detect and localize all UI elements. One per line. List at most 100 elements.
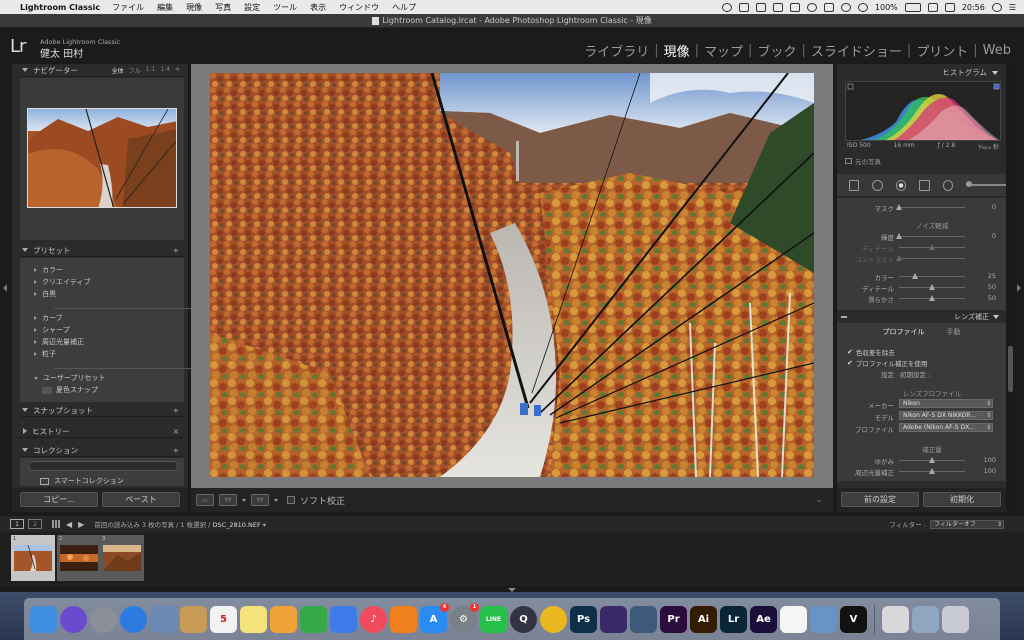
- navigator-thumbnail[interactable]: [27, 108, 177, 208]
- menu-edit[interactable]: 編集: [157, 2, 173, 13]
- tab-manual[interactable]: 手動: [947, 327, 961, 337]
- before-after-menu-icon[interactable]: [242, 498, 246, 502]
- paste-settings-button[interactable]: ペースト: [102, 492, 180, 507]
- zoom-1-1[interactable]: 1:1: [146, 66, 156, 75]
- navigator-header[interactable]: ナビゲーター 全体 フル 1:1 1:4 ≑: [20, 64, 184, 77]
- crop-tool-icon[interactable]: [849, 179, 860, 191]
- photoshop-icon[interactable]: Ps: [570, 605, 597, 633]
- bluetooth-icon[interactable]: [823, 2, 834, 12]
- notification-center-icon[interactable]: ☰: [1009, 3, 1016, 12]
- remove-ca-checkbox[interactable]: ✔ 色収差を除去: [847, 347, 895, 357]
- lightroom-icon[interactable]: Lr: [720, 605, 747, 633]
- menu-develop[interactable]: 現像: [186, 2, 202, 13]
- collections-header[interactable]: コレクション +: [20, 444, 184, 457]
- left-panel-edge[interactable]: [0, 64, 10, 512]
- color-slider-row[interactable]: カラー 25: [837, 271, 1006, 282]
- luminance-track[interactable]: [896, 233, 965, 239]
- add-preset-icon[interactable]: +: [173, 246, 184, 255]
- distortion-thumb[interactable]: [929, 457, 935, 463]
- profile-select[interactable]: Adobe (Nikon AF-S DX...: [899, 423, 993, 432]
- menu-photo[interactable]: 写真: [215, 2, 231, 13]
- spot-removal-tool-icon[interactable]: [872, 179, 883, 191]
- filmstrip-thumb[interactable]: 3: [100, 535, 144, 581]
- time-machine-icon[interactable]: [806, 2, 817, 12]
- wifi-icon[interactable]: [840, 2, 851, 12]
- books-icon[interactable]: [390, 605, 417, 633]
- creative-cloud-icon[interactable]: [738, 2, 749, 12]
- zoom-1-4[interactable]: 1:4: [160, 66, 170, 75]
- after-effects-icon[interactable]: Ae: [750, 605, 777, 633]
- flag-icon[interactable]: [927, 2, 938, 12]
- before-after-swap-button[interactable]: YY: [251, 494, 269, 506]
- battery-percent[interactable]: 100%: [875, 3, 898, 12]
- module-map[interactable]: マップ: [699, 41, 748, 60]
- numbers-icon[interactable]: [300, 605, 327, 633]
- module-web[interactable]: Web: [978, 43, 1016, 58]
- forward-arrow-icon[interactable]: ▶: [78, 520, 84, 529]
- tab-profile[interactable]: プロファイル: [883, 327, 925, 337]
- main-screen-button[interactable]: 1: [10, 519, 24, 529]
- back-arrow-icon[interactable]: ◀: [66, 520, 72, 529]
- right-panel-edge[interactable]: [1014, 64, 1024, 512]
- red-eye-tool-icon[interactable]: [895, 179, 907, 191]
- illustrator-icon[interactable]: Ai: [690, 605, 717, 633]
- color-thumb[interactable]: [912, 273, 918, 279]
- add-collection-icon[interactable]: +: [173, 446, 184, 455]
- preset-folder-vignette[interactable]: 周辺光量補正: [34, 336, 84, 348]
- histogram-header[interactable]: ヒストグラム: [837, 66, 1006, 79]
- quicktime-icon[interactable]: Q: [510, 605, 537, 633]
- premiere-clip-icon[interactable]: [600, 605, 627, 633]
- color-detail-thumb[interactable]: [929, 284, 935, 290]
- toolbar-menu-icon[interactable]: ⌄: [815, 495, 823, 505]
- filmstrip-thumb[interactable]: 2: [57, 535, 101, 581]
- history-header[interactable]: ヒストリー ×: [20, 425, 184, 438]
- preview-icon[interactable]: [810, 605, 837, 633]
- menu-tools[interactable]: ツール: [273, 2, 297, 13]
- distortion-slider-row[interactable]: ゆがみ 100: [837, 455, 1006, 466]
- luminance-value[interactable]: 0: [992, 232, 996, 240]
- nikon-viewnx-icon[interactable]: V: [840, 605, 867, 633]
- left-panel-toggle-icon[interactable]: [3, 284, 7, 292]
- menu-file[interactable]: ファイル: [112, 2, 144, 13]
- keynote-icon[interactable]: [330, 605, 357, 633]
- lens-corrections-header[interactable]: レンズ補正: [837, 310, 1006, 323]
- reset-button[interactable]: 初期化: [923, 492, 1001, 507]
- module-develop[interactable]: 現像: [659, 41, 695, 60]
- calendar-icon[interactable]: 5: [210, 605, 237, 633]
- pages-icon[interactable]: [270, 605, 297, 633]
- textedit-icon[interactable]: [780, 605, 807, 633]
- enable-profile-checkbox[interactable]: ✔ プロファイル補正を使用: [847, 358, 927, 368]
- right-panel-toggle-icon[interactable]: [1017, 284, 1021, 292]
- filmstrip-source[interactable]: 前回の読み込み 3 枚の写真 / 1 枚選択 / DSC_2810.NEF ▾: [94, 519, 266, 529]
- copy-settings-button[interactable]: コピー...: [20, 492, 98, 507]
- original-photo-toggle[interactable]: 元の写真: [845, 156, 881, 166]
- image-capture-icon[interactable]: [912, 605, 939, 633]
- filmstrip-thumb[interactable]: 1: [11, 535, 55, 581]
- menu-help[interactable]: ヘルプ: [392, 2, 416, 13]
- module-book[interactable]: ブック: [752, 41, 801, 60]
- filter-select[interactable]: フィルターオフ: [930, 519, 1004, 529]
- main-photo[interactable]: [210, 73, 814, 477]
- preset-folder-sharpen[interactable]: シャープ: [34, 324, 84, 336]
- original-photo-checkbox[interactable]: [845, 158, 852, 164]
- loupe-view-button[interactable]: ▭: [196, 494, 214, 506]
- menu-view[interactable]: 表示: [310, 2, 326, 13]
- mask-value[interactable]: 0: [992, 203, 996, 211]
- system-preferences-icon[interactable]: ⚙ 1: [450, 602, 479, 633]
- soft-proof-checkbox[interactable]: [287, 496, 295, 504]
- smoothness-slider-row[interactable]: 滑らかさ 50: [837, 293, 1006, 304]
- histogram-graph[interactable]: [845, 81, 1001, 141]
- music-icon[interactable]: ♪: [360, 605, 387, 633]
- trash-icon[interactable]: [942, 605, 969, 633]
- grid-tray-icon[interactable]: [772, 2, 783, 12]
- mask-slider-row[interactable]: マスク 0: [837, 202, 1006, 213]
- panel-switch-icon[interactable]: [841, 315, 847, 318]
- display-icon[interactable]: [755, 2, 766, 12]
- source-menu-icon[interactable]: ▾: [263, 521, 266, 529]
- smart-collection-item[interactable]: スマートコレクション: [40, 476, 124, 486]
- zoom-fill[interactable]: フル: [129, 66, 141, 75]
- zoom-more[interactable]: ≑: [175, 66, 180, 75]
- clear-history-icon[interactable]: ×: [173, 427, 184, 436]
- presets-header[interactable]: プリセット +: [20, 244, 184, 257]
- module-library[interactable]: ライブラリ: [579, 41, 654, 60]
